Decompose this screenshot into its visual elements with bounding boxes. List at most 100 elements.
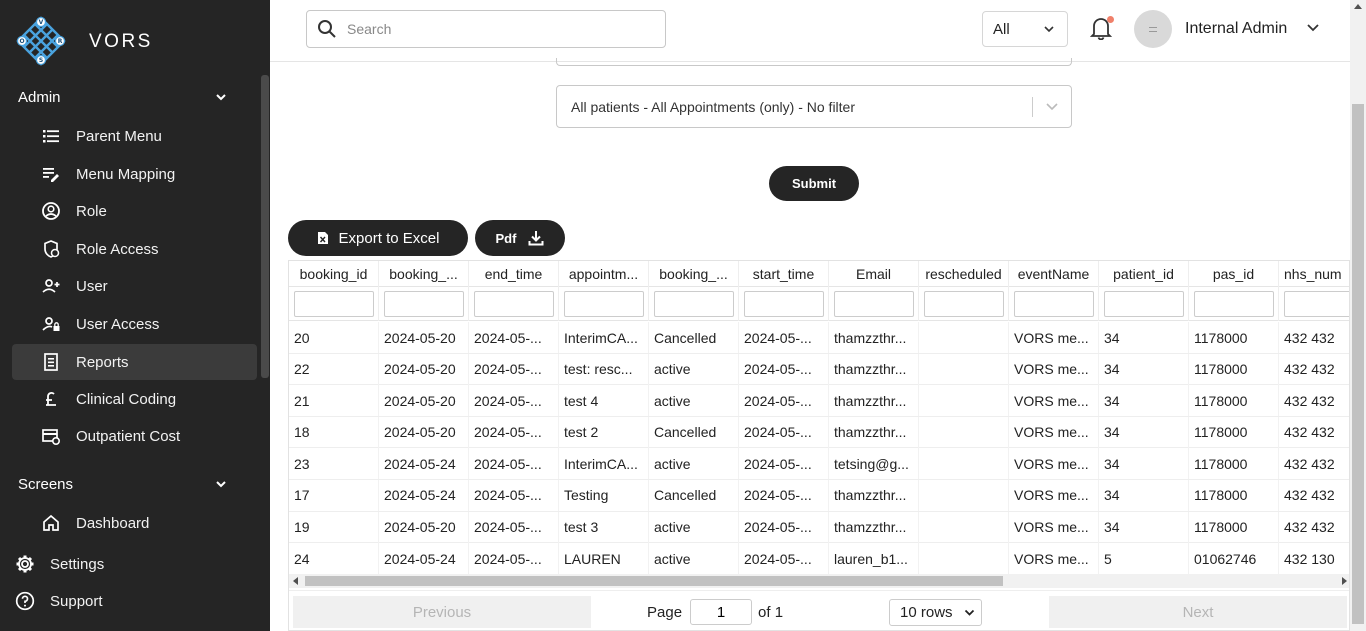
cell-end-time: 2024-05-... [474,392,542,409]
chevron-down-icon[interactable] [1306,21,1320,35]
scroll-up-arrow-icon[interactable] [1354,4,1362,9]
sidebar-item-reports[interactable]: Reports [12,344,257,380]
submit-button[interactable]: Submit [769,166,859,201]
filter-input-pas-id[interactable] [1193,291,1274,317]
table-row[interactable]: 22 2024-05-20 2024-05-... test: resc... … [289,353,1349,386]
select-separator [1032,97,1033,117]
cell-booking-date: 2024-05-20 [384,329,456,346]
filter-input-patient-id[interactable] [1103,291,1184,317]
logo-letter-r: R [58,38,63,45]
cell-start-time: 2024-05-... [744,550,812,567]
scroll-right-arrow-icon[interactable] [1342,577,1347,585]
patient-filter-select[interactable]: All patients - All Appointments (only) -… [556,85,1072,128]
user-name[interactable]: Internal Admin [1185,20,1287,38]
sidebar-scrollbar[interactable] [261,75,269,378]
filter-input-appointment[interactable] [563,291,644,317]
avatar[interactable] [1134,10,1172,48]
excel-file-icon [317,232,328,244]
search-input[interactable] [347,21,647,37]
cell-email: thamzzthr... [834,487,907,504]
notifications-button[interactable] [1089,16,1114,42]
sidebar-item-parent-menu[interactable]: Parent Menu [12,118,257,154]
page-vertical-scrollbar[interactable] [1350,0,1366,631]
cell-booking-id: 17 [294,487,310,504]
cell-patient-id: 34 [1104,519,1120,536]
table-row[interactable]: 23 2024-05-24 2024-05-... InterimCA... a… [289,448,1349,480]
cell-pas-id: 1178000 [1194,519,1248,536]
table-horizontal-scrollbar[interactable] [289,574,1349,588]
cell-pas-id: 1178000 [1194,361,1248,378]
column-header-event-name[interactable]: eventName [1009,261,1099,287]
column-header-booking-id[interactable]: booking_id [289,261,379,287]
rows-per-page-select[interactable]: 10 rows [889,599,982,626]
filter-input-booking-date[interactable] [383,291,464,317]
section-admin[interactable]: Admin [18,85,228,109]
cell-end-time: 2024-05-... [474,329,542,346]
sidebar-item-label: Support [50,592,103,610]
scrollbar-thumb[interactable] [305,576,1003,586]
cell-event-name: VORS me... [1014,550,1089,567]
sidebar-item-clinical-coding[interactable]: Clinical Coding [12,381,257,417]
cell-patient-id: 34 [1104,392,1120,409]
table-row[interactable]: 18 2024-05-20 2024-05-... test 2 Cancell… [289,416,1349,449]
cell-event-name: VORS me... [1014,487,1089,504]
cell-patient-id: 34 [1104,455,1120,472]
table-row[interactable]: 20 2024-05-20 2024-05-... InterimCA... C… [289,322,1349,354]
scrollbar-thumb[interactable] [1352,104,1364,624]
filter-input-nhs-num[interactable] [1283,291,1349,317]
column-header-rescheduled[interactable]: rescheduled [919,261,1009,287]
sidebar-item-role-access[interactable]: Role Access [12,231,257,267]
column-header-email[interactable]: Email [829,261,919,287]
filter-input-start-time[interactable] [743,291,824,317]
column-header-start-time[interactable]: start_time [739,261,829,287]
filter-input-event-name[interactable] [1013,291,1094,317]
scroll-left-arrow-icon[interactable] [293,577,298,585]
filter-input-booking-status[interactable] [653,291,734,317]
logo-letter-v: V [39,19,44,26]
scope-select[interactable]: All [982,11,1068,47]
sidebar-item-settings[interactable]: Settings [14,550,104,578]
sidebar-item-role[interactable]: Role [12,193,257,229]
table-row[interactable]: 24 2024-05-24 2024-05-... LAUREN active … [289,543,1349,575]
filter-input-email[interactable] [833,291,914,317]
sidebar-item-dashboard[interactable]: Dashboard [12,505,257,541]
column-header-pas-id[interactable]: pas_id [1189,261,1279,287]
column-header-end-time[interactable]: end_time [469,261,559,287]
column-header-booking-status[interactable]: booking_... [649,261,739,287]
column-header-booking-date[interactable]: booking_... [379,261,469,287]
table-row[interactable]: 21 2024-05-20 2024-05-... test 4 active … [289,385,1349,417]
report-icon [44,353,58,371]
gear-icon [16,555,34,573]
column-header-patient-id[interactable]: patient_id [1099,261,1189,287]
column-header-nhs-num[interactable]: nhs_num [1279,261,1349,287]
filter-input-end-time[interactable] [473,291,554,317]
page-number-input[interactable] [690,599,753,625]
section-screens[interactable]: Screens [18,472,228,496]
sidebar-item-menu-mapping[interactable]: Menu Mapping [12,156,257,192]
next-page-button[interactable]: Next [1049,596,1347,628]
cell-booking-date: 2024-05-20 [384,361,456,378]
filter-input-booking-id[interactable] [293,291,374,317]
column-header-appointment[interactable]: appointm... [559,261,649,287]
sidebar-item-outpatient-cost[interactable]: Outpatient Cost [12,418,257,454]
pdf-button[interactable]: Pdf [475,220,565,256]
cell-pas-id: 1178000 [1194,455,1248,472]
rows-per-page-value: 10 rows [900,604,953,621]
sidebar-item-user[interactable]: User [12,268,257,304]
table-row[interactable]: 19 2024-05-20 2024-05-... test 3 active … [289,511,1349,544]
sidebar-item-user-access[interactable]: User Access [12,306,257,342]
filter-input-rescheduled[interactable] [923,291,1004,317]
cell-appointment: InterimCA... [564,455,638,472]
previous-page-button[interactable]: Previous [293,596,591,628]
sidebar-item-support[interactable]: Support [14,587,103,615]
cell-start-time: 2024-05-... [744,392,812,409]
export-excel-button[interactable]: Export to Excel [288,220,468,256]
cell-nhs-num: 432 432 [1284,455,1335,472]
search-box[interactable] [306,10,666,48]
cell-booking-id: 20 [294,329,310,346]
sidebar-item-label: Role [76,202,107,220]
table-row[interactable]: 17 2024-05-24 2024-05-... Testing Cancel… [289,479,1349,512]
cell-email: lauren_b1... [834,550,908,567]
vors-logo: V O R S [16,16,66,66]
report-select[interactable] [556,58,1072,66]
